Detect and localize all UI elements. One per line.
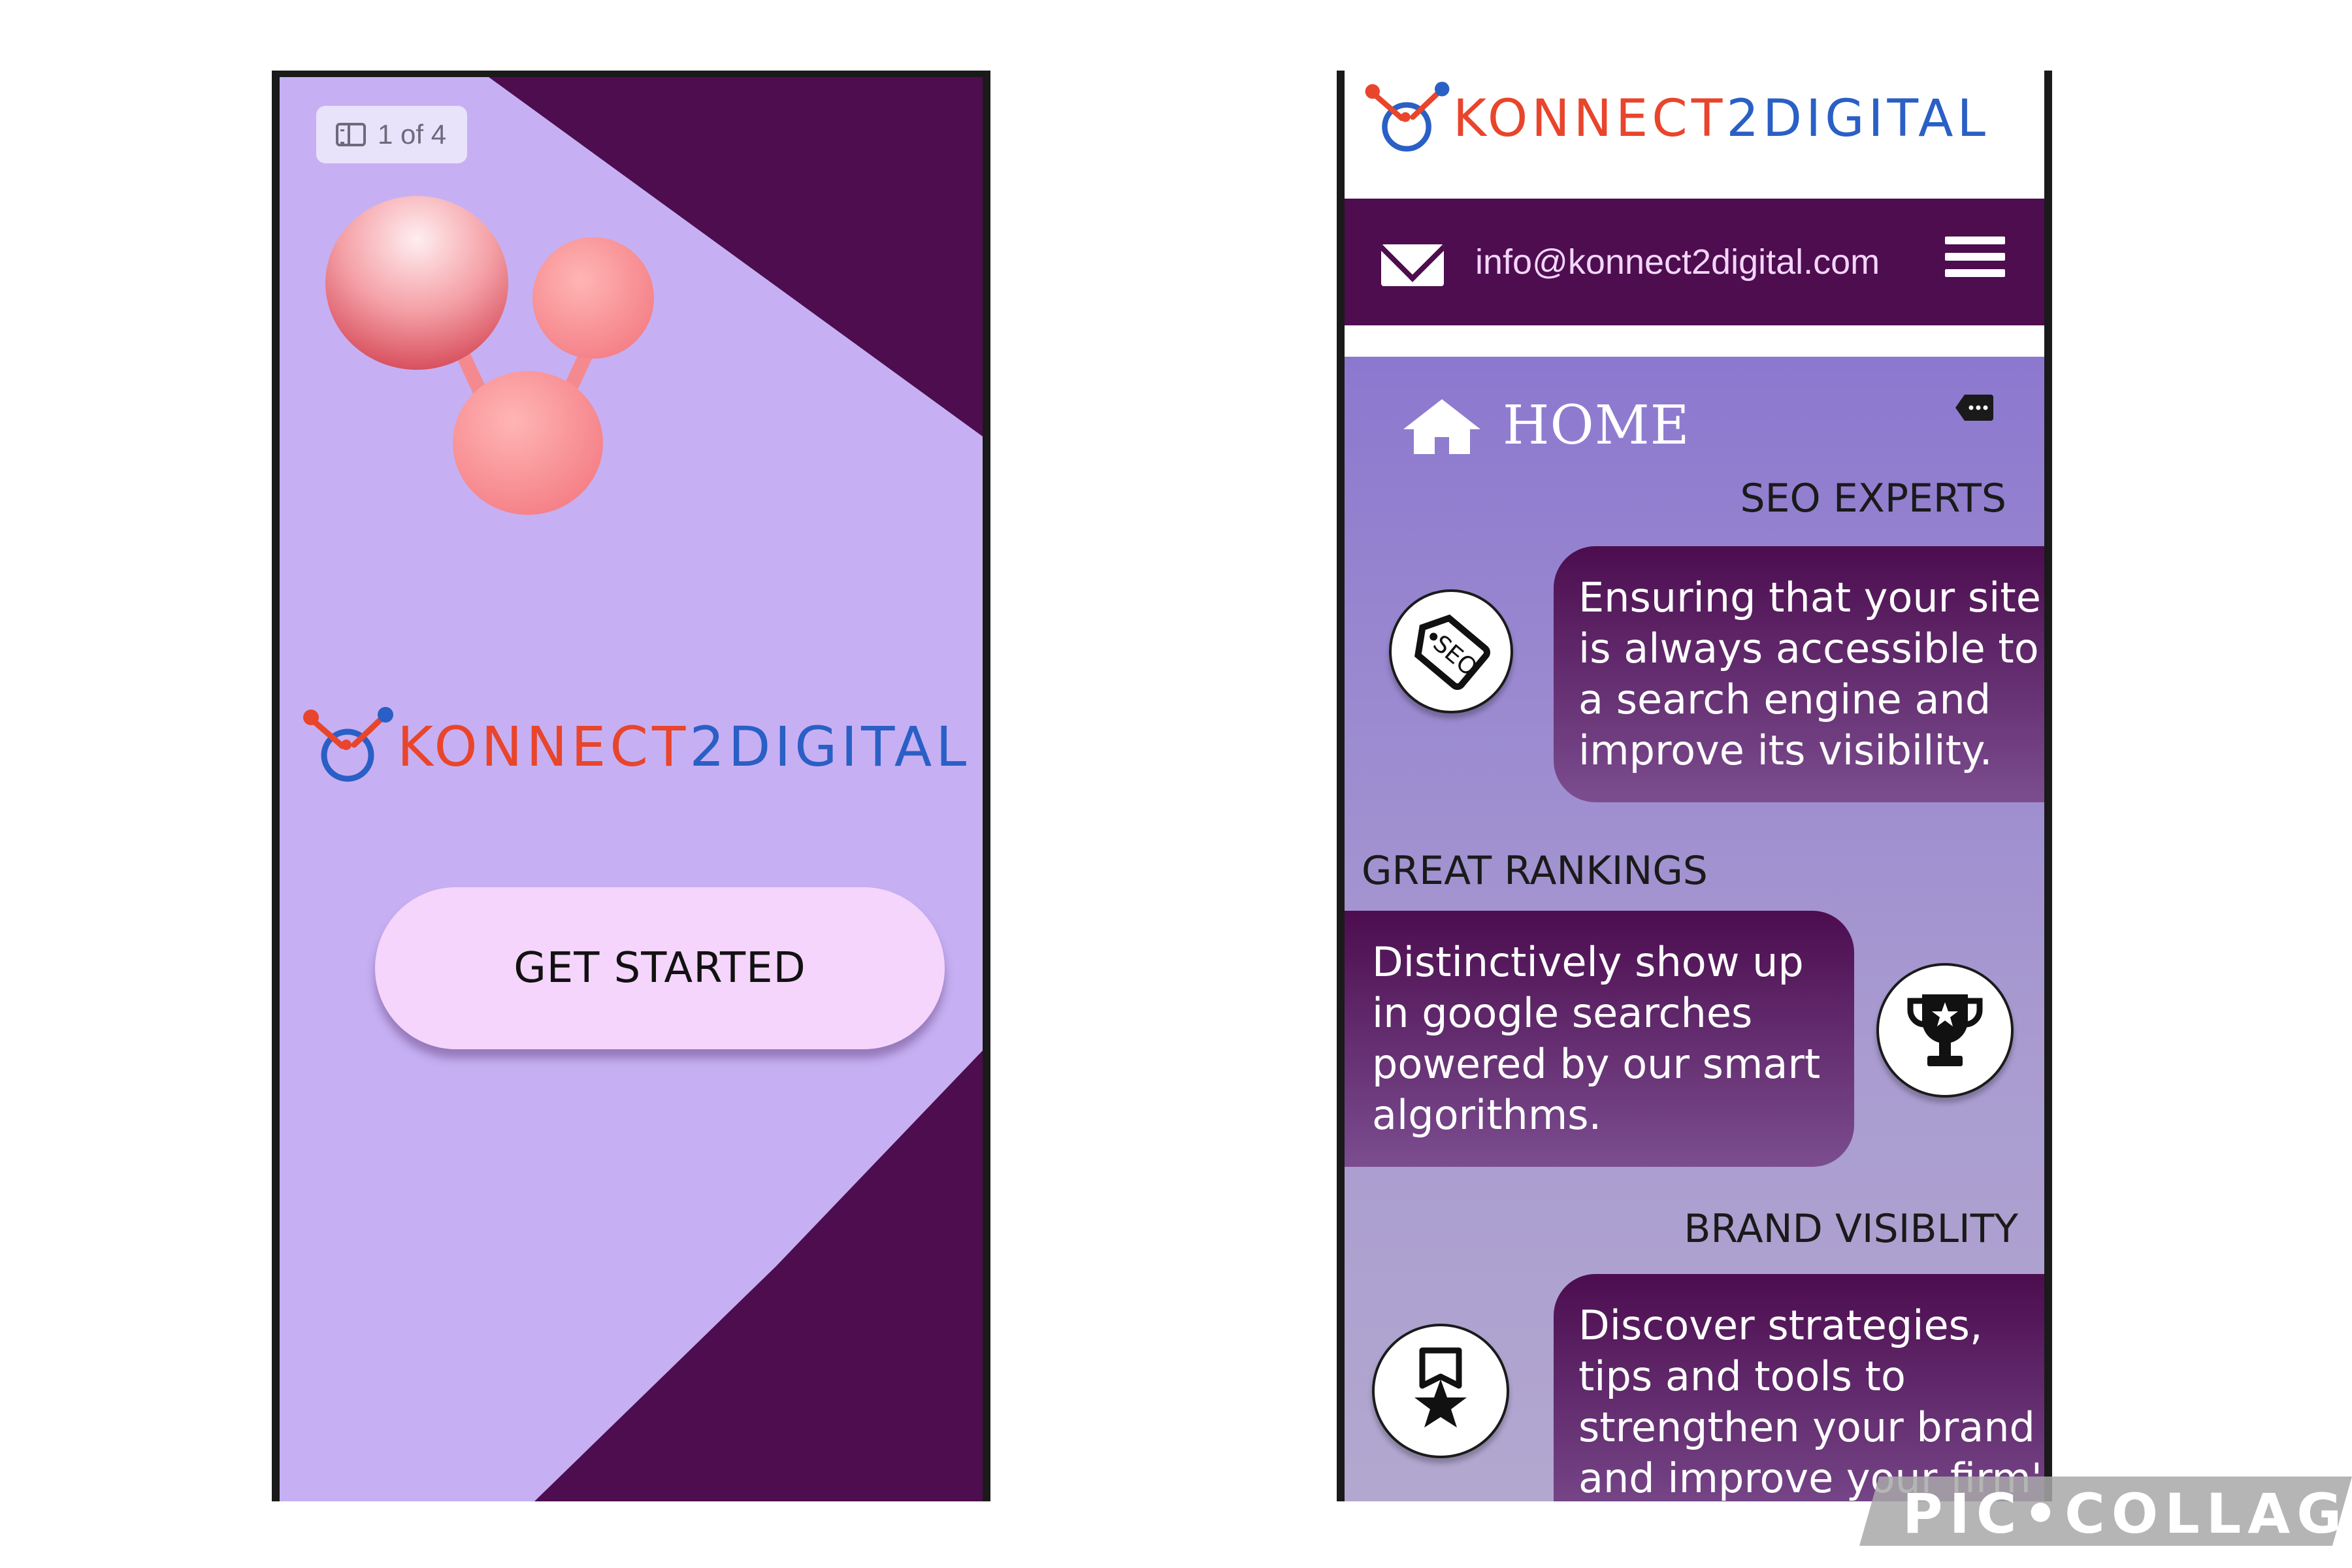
brand-logo[interactable]: KONNECT2DIGITAL bbox=[1362, 78, 1989, 159]
sidebar-icon bbox=[336, 123, 366, 146]
brand-name: KONNECT2DIGITAL bbox=[397, 715, 971, 779]
onboarding-screen: 1 of 4 KONNECT2DIGITAL GET STARTED bbox=[272, 71, 990, 1501]
section-title-brand: BRAND VISIBLITY bbox=[1684, 1206, 2018, 1252]
page-indicator-label: 1 of 4 bbox=[378, 119, 447, 150]
mail-icon[interactable] bbox=[1381, 244, 1444, 286]
trophy-icon bbox=[1876, 963, 2014, 1098]
watermark-label: PIC•COLLAGE bbox=[1903, 1482, 2352, 1546]
brand-logo: KONNECT2DIGITAL bbox=[299, 704, 970, 789]
nav-home[interactable]: HOME bbox=[1401, 395, 1690, 457]
section-title-seo: SEO EXPERTS bbox=[1740, 476, 2006, 521]
home-icon bbox=[1403, 399, 1480, 454]
badge-star-icon bbox=[1372, 1324, 1509, 1458]
home-screen: KONNECT2DIGITAL info@konnect2digital.com… bbox=[1337, 71, 2052, 1501]
contact-email[interactable]: info@konnect2digital.com bbox=[1475, 242, 1880, 282]
brand-name: KONNECT2DIGITAL bbox=[1453, 90, 1989, 148]
brand-mark-icon bbox=[303, 707, 393, 782]
brand-mark-icon bbox=[1365, 82, 1450, 152]
brand-visibility-card: Discover strategies, tips and tools to s… bbox=[1554, 1274, 2044, 1501]
seo-experts-text: Ensuring that your site is always access… bbox=[1578, 574, 2041, 774]
divider bbox=[1345, 325, 2044, 357]
molecule-illustration bbox=[325, 196, 654, 515]
seo-tag-icon: SEO bbox=[1389, 589, 1513, 713]
great-rankings-card: Distinctively show up in google searches… bbox=[1345, 911, 1854, 1167]
nav-home-label: HOME bbox=[1503, 395, 1690, 457]
brand-visibility-text: Discover strategies, tips and tools to s… bbox=[1578, 1301, 2044, 1501]
main-content: HOME SEO EXPERTS SEO Ensuring that your … bbox=[1345, 357, 2044, 1501]
more-tag-icon[interactable] bbox=[1954, 393, 1993, 422]
get-started-button[interactable]: GET STARTED bbox=[375, 887, 945, 1049]
app-header: KONNECT2DIGITAL bbox=[1345, 71, 2044, 199]
page-indicator[interactable]: 1 of 4 bbox=[316, 106, 468, 163]
section-title-rankings: GREAT RANKINGS bbox=[1362, 848, 1708, 894]
menu-icon[interactable] bbox=[1945, 237, 2005, 277]
seo-experts-card: Ensuring that your site is always access… bbox=[1554, 546, 2044, 802]
great-rankings-text: Distinctively show up in google searches… bbox=[1372, 938, 1821, 1139]
contact-bar: info@konnect2digital.com bbox=[1345, 199, 2044, 325]
